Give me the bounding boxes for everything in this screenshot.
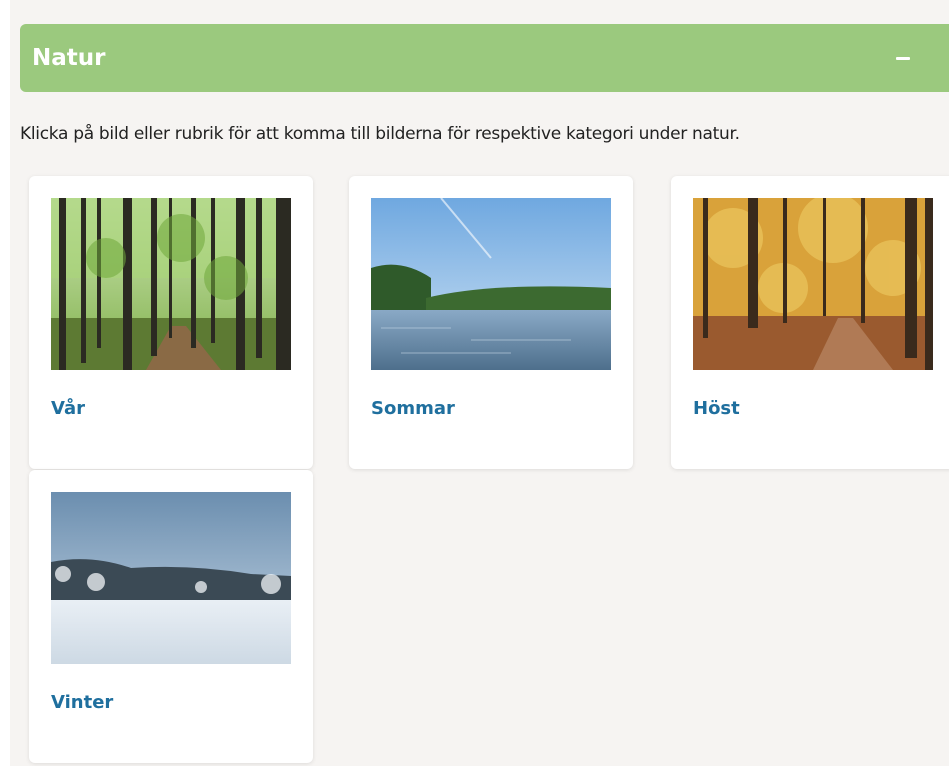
collapse-minus-icon[interactable] xyxy=(896,57,910,60)
accordion-title: Natur xyxy=(32,45,106,71)
summer-lake-image[interactable] xyxy=(371,198,611,370)
category-card-sommar[interactable]: Sommar xyxy=(349,176,633,469)
category-title-var[interactable]: Vår xyxy=(51,398,85,419)
category-title-host[interactable]: Höst xyxy=(693,398,740,419)
category-title-sommar[interactable]: Sommar xyxy=(371,398,455,419)
category-card-vinter[interactable]: Vinter xyxy=(29,470,313,763)
category-title-vinter[interactable]: Vinter xyxy=(51,692,113,713)
spring-forest-image[interactable] xyxy=(51,198,291,370)
category-card-host[interactable]: Höst xyxy=(671,176,949,469)
accordion-header-natur[interactable]: Natur xyxy=(20,24,949,92)
winter-field-image[interactable] xyxy=(51,492,291,664)
intro-text: Klicka på bild eller rubrik för att komm… xyxy=(20,124,740,144)
category-card-var[interactable]: Vår xyxy=(29,176,313,469)
autumn-forest-image[interactable] xyxy=(693,198,933,370)
